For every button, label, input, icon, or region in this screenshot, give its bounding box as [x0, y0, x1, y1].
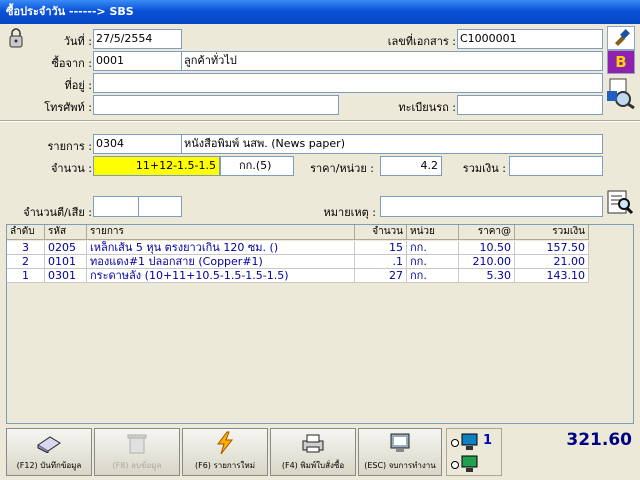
table-row-cell[interactable]: 15 — [355, 241, 407, 255]
table-row-cell[interactable]: กระดาษลัง (10+11+10.5-1.5-1.5-1.5) — [87, 269, 355, 283]
item-search-button[interactable] — [606, 188, 634, 216]
radio-selected[interactable] — [451, 439, 459, 447]
search-list-icon — [606, 190, 634, 219]
qty-label: จำนวน : — [50, 162, 92, 175]
table-row-cell[interactable]: 157.50 — [515, 241, 589, 255]
item-code-field[interactable]: 0304 — [93, 134, 182, 154]
col-header-unit[interactable]: หน่วย — [407, 225, 459, 240]
new-item-button-label: (F6) รายการใหม่ — [194, 461, 256, 470]
defect-field-2[interactable] — [138, 196, 182, 217]
phone-field[interactable] — [93, 95, 339, 115]
item-label: รายการ : — [47, 140, 92, 153]
edit-button[interactable] — [607, 26, 635, 50]
table-row-cell[interactable]: 210.00 — [459, 255, 515, 269]
price-label: ราคา/หน่วย : — [310, 162, 374, 175]
item-name-field[interactable]: หนังสือพิมพ์ นสพ. (News paper) — [181, 134, 603, 154]
col-header-item[interactable]: รายการ — [87, 225, 355, 240]
delete-button-label: (F8) ลบข้อมูล — [112, 461, 162, 470]
window-title: ซื้อประจำวัน ------> SBS — [0, 0, 640, 24]
address-label: ที่อยู่ : — [64, 79, 92, 92]
trash-icon — [123, 431, 151, 455]
exit-button-label: (ESC) จบการทำงาน — [364, 461, 436, 470]
bottom-toolbar: (F12) บันทึกข้อมูล (F8) ลบข้อมูล (F6) รา… — [0, 424, 640, 480]
radio-unselected[interactable] — [451, 461, 459, 469]
col-header-code[interactable]: รหัส — [45, 225, 87, 240]
table-row-cell[interactable]: .1 — [355, 255, 407, 269]
table-row-cell[interactable]: 1 — [7, 269, 45, 283]
defect-field-1[interactable] — [93, 196, 139, 217]
phone-label: โทรศัพท์ : — [44, 101, 92, 114]
lightning-icon — [211, 431, 239, 455]
computer-icon — [461, 433, 479, 454]
table-row-cell[interactable]: 0101 — [45, 255, 87, 269]
from-label: ซื้อจาก : — [51, 57, 92, 70]
b-label: B — [615, 53, 627, 71]
bold-b-button[interactable]: B — [607, 50, 635, 74]
doc-no-label: เลขที่เอกสาร : — [387, 35, 456, 48]
sum-field[interactable] — [509, 156, 603, 176]
col-header-qty[interactable]: จำนวน — [355, 225, 407, 240]
print-button-label: (F4) พิมพ์ใบสั่งซื้อ — [281, 461, 345, 470]
table-row-cell[interactable]: 0301 — [45, 269, 87, 283]
monitor-icon — [386, 431, 414, 455]
note-field[interactable] — [380, 196, 603, 217]
table-row-cell[interactable]: 0205 — [45, 241, 87, 255]
date-field[interactable]: 27/5/2554 — [93, 29, 182, 49]
price-field[interactable]: 4.2 — [380, 156, 442, 176]
grand-total: 321.60 — [566, 430, 632, 450]
table-row-cell[interactable]: เหล็กเส้น 5 หุน ตรงยาวเกิน 120 ซม. () — [87, 241, 355, 255]
doc-no-field[interactable]: C1000001 — [457, 29, 603, 49]
computer-number: 1 — [483, 433, 493, 448]
note-label: หมายเหตุ : — [323, 206, 376, 219]
plate-field[interactable] — [457, 95, 603, 115]
search-user-icon — [606, 77, 636, 112]
col-header-total[interactable]: รวมเงิน — [515, 225, 589, 240]
from-name-field[interactable]: ลูกค้าทั่วไป — [181, 51, 603, 71]
scanner-icon — [35, 431, 63, 455]
exit-button[interactable]: (ESC) จบการทำงาน — [358, 428, 442, 476]
items-grid[interactable]: ลำดับ รหัส รายการ จำนวน หน่วย ราคา@ รวมเ… — [6, 224, 634, 424]
delete-button[interactable]: (F8) ลบข้อมูล — [94, 428, 180, 476]
brush-icon — [612, 28, 630, 49]
col-header-price[interactable]: ราคา@ — [459, 225, 515, 240]
table-row-cell[interactable]: 10.50 — [459, 241, 515, 255]
save-button-label: (F12) บันทึกข้อมูล — [16, 461, 82, 470]
table-row-cell[interactable]: กก. — [407, 255, 459, 269]
plate-label: ทะเบียนรถ : — [398, 101, 456, 114]
table-row-cell[interactable]: 5.30 — [459, 269, 515, 283]
sum-label: รวมเงิน : — [462, 162, 506, 175]
table-row-cell[interactable]: 21.00 — [515, 255, 589, 269]
table-row-cell[interactable]: 3 — [7, 241, 45, 255]
customer-lookup-button[interactable] — [605, 76, 637, 112]
save-button[interactable]: (F12) บันทึกข้อมูล — [6, 428, 92, 476]
lock-icon[interactable] — [8, 28, 24, 48]
table-row-cell[interactable]: 27 — [355, 269, 407, 283]
table-row-cell[interactable]: ทองแดง#1 ปลอกสาย (Copper#1) — [87, 255, 355, 269]
separator — [0, 120, 640, 122]
computer-selector[interactable]: 1 — [446, 428, 502, 476]
table-row-cell[interactable]: 2 — [7, 255, 45, 269]
date-label: วันที่ : — [63, 35, 92, 48]
address-field[interactable] — [93, 73, 603, 93]
computer-alt-icon — [461, 455, 479, 476]
unit-field[interactable]: กก.(5) — [220, 156, 294, 176]
defect-label: จำนวนตี/เสีย : — [23, 206, 92, 219]
qty-field[interactable]: 11+12-1.5-1.5 — [93, 156, 220, 176]
table-row-cell[interactable]: กก. — [407, 241, 459, 255]
from-code-field[interactable]: 0001 — [93, 51, 182, 71]
printer-icon — [299, 431, 327, 455]
col-header-seq[interactable]: ลำดับ — [7, 225, 45, 240]
table-row-cell[interactable]: กก. — [407, 269, 459, 283]
table-row-cell[interactable]: 143.10 — [515, 269, 589, 283]
new-item-button[interactable]: (F6) รายการใหม่ — [182, 428, 268, 476]
print-button[interactable]: (F4) พิมพ์ใบสั่งซื้อ — [270, 428, 356, 476]
